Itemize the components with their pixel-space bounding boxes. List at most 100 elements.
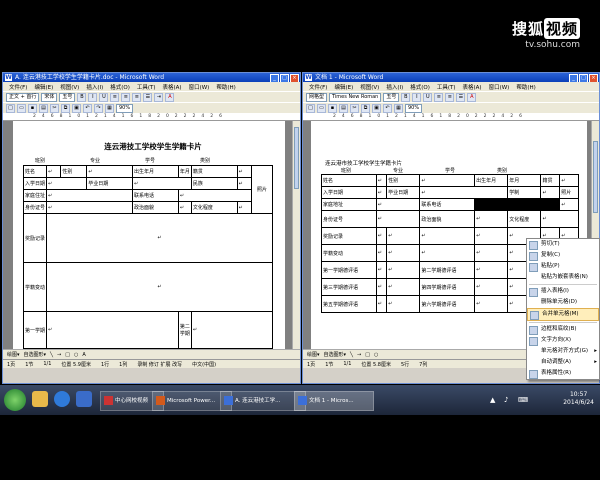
arrow-icon[interactable]: → [357,352,361,358]
cell-empty[interactable]: ↵ [386,295,421,313]
menu-insert[interactable]: 插入(I) [386,83,403,91]
left-card-table[interactable]: 姓名 ↵ 性别 ↵ 出生年月 年月 籍贯 ↵ 照片 入学日期 ↵ 毕业日期 ↵ … [22,165,274,349]
cell-duration[interactable]: 学制 [507,186,542,199]
arrow-icon[interactable]: → [57,352,61,358]
align-left-icon[interactable]: ≡ [110,92,120,102]
menu-format[interactable]: 格式(O) [110,83,130,91]
cell-id-number[interactable]: 身份证号 [321,210,377,228]
font-select[interactable]: 宋体 [41,92,58,102]
cell-name[interactable]: 姓名 [22,165,48,178]
font-select[interactable]: Times New Roman [329,92,382,102]
task-item-word-doc1[interactable]: 文档 1 - Micros... [294,391,374,411]
menu-tools[interactable]: 工具(T) [437,83,456,91]
cell-phone[interactable]: 联系电话 [419,198,476,211]
menu-file[interactable]: 文件(F) [9,83,27,91]
cell-empty[interactable]: ↵ [386,244,421,262]
redo-icon[interactable]: ↷ [94,103,103,113]
cell-empty[interactable]: ↵ [375,295,388,313]
underline-icon[interactable]: U [423,92,433,102]
cell-empty[interactable]: ↵ [177,201,192,214]
tray-clock[interactable]: 10:57 2014/6/24 [563,391,594,407]
close-icon[interactable]: × [589,74,598,82]
table-icon[interactable]: ▦ [105,103,114,113]
rect-icon[interactable]: □ [65,352,70,358]
cell-political[interactable]: 政治面貌 [419,210,476,228]
cell-year-month[interactable]: 年月 [177,165,192,178]
cell-empty[interactable]: ↵ [46,201,134,214]
cell-empty[interactable]: ↵ [236,165,253,178]
oval-icon[interactable]: ○ [74,352,78,358]
left-title-bar[interactable]: W A. 连云港技工学校学生学籍卡片.doc - Microsoft Word … [3,73,300,82]
cell-term-one[interactable]: 第一学期 [22,311,48,349]
menu-window[interactable]: 窗口(W) [189,83,210,91]
undo-icon[interactable]: ↶ [83,103,92,113]
menu-help[interactable]: 帮助(H) [216,83,235,91]
cell-empty[interactable]: ↵ [386,227,421,245]
print-icon[interactable]: ▤ [39,103,48,113]
close-icon[interactable]: × [290,74,299,82]
zoom-select[interactable]: 90% [405,103,423,113]
cell-empty[interactable]: ↵ [177,189,253,202]
left-word-window[interactable]: W A. 连云港技工学校学生学籍卡片.doc - Microsoft Word … [2,72,301,384]
minimize-icon[interactable]: _ [270,74,279,82]
open-icon[interactable]: ▭ [317,103,326,113]
zoom-select[interactable]: 90% [116,103,134,113]
menu-item-delete-cells[interactable]: 删除单元格(D) [527,297,599,308]
autoshape-icon[interactable]: 自选图形▾ [24,351,47,358]
network-icon[interactable]: ▲ [490,396,495,404]
scroll-thumb[interactable] [593,141,598,213]
cell-empty[interactable]: ↵ [474,227,509,245]
menu-help[interactable]: 帮助(H) [516,83,535,91]
right-title-bar[interactable]: W 文档 1 - Microsoft Word _ □ × [303,73,599,82]
cell-empty[interactable]: ↵ [132,177,192,190]
align-center-icon[interactable]: ≡ [121,92,131,102]
autoshape-icon[interactable]: 自选图形▾ [324,351,347,358]
cell-gender[interactable]: 性别 [386,174,421,187]
menu-view[interactable]: 视图(V) [360,83,379,91]
cell-empty[interactable]: ↵ [375,174,388,187]
cell-native[interactable]: 籍贯 [540,174,561,187]
maximize-icon[interactable]: □ [579,74,588,82]
menu-item-merge-cells[interactable]: 合并单元格(M) [527,308,599,321]
align-left-icon[interactable]: ≡ [434,92,444,102]
cell-empty[interactable]: ↵ [375,261,388,279]
cell-empty[interactable]: ↵ [375,210,421,228]
cell-empty[interactable]: ↵ [375,278,388,296]
draw-icon[interactable]: 绘图▾ [7,351,20,358]
cell-empty[interactable]: ↵ [559,198,579,211]
cell-birth[interactable]: 出生年月 [132,165,179,178]
undo-icon[interactable]: ↶ [383,103,392,113]
start-button[interactable] [4,389,26,411]
menu-item-borders[interactable]: 边框和底纹(B) [527,324,599,335]
italic-icon[interactable]: I [412,92,422,102]
cell-empty[interactable]: ↵ [46,177,88,190]
bold-icon[interactable]: B [401,92,411,102]
cell-empty[interactable]: ↵ [474,261,509,279]
menu-edit[interactable]: 编辑(E) [34,83,53,91]
list-icon[interactable]: ☰ [143,92,153,102]
cell-empty[interactable]: ↵ [46,165,62,178]
menu-format[interactable]: 格式(O) [410,83,430,91]
scroll-thumb[interactable] [294,127,299,189]
align-center-icon[interactable]: ≡ [445,92,455,102]
maximize-icon[interactable]: □ [280,74,289,82]
cell-empty[interactable]: ↵ [419,244,476,262]
new-doc-icon[interactable]: □ [6,103,15,113]
cell-empty[interactable]: ↵ [190,311,274,349]
left-page[interactable]: 连云港技工学校学生学籍卡片 班别 专业 学号 类别 姓名 ↵ 性别 ↵ 出生年月… [13,121,285,349]
cell-empty[interactable]: ↵ [86,165,134,178]
cell-empty[interactable]: ↵ [474,278,509,296]
cell-empty[interactable]: ↵ [474,244,509,262]
cell-empty[interactable]: ↵ [419,186,509,199]
cell-id-number[interactable]: 身份证号 [22,201,48,214]
cell-political[interactable]: 政治面貌 [132,201,179,214]
menu-item-cell-align[interactable]: 单元格对齐方式(G) ▸ [527,346,599,357]
cell-address[interactable]: 家庭住址 [22,189,48,202]
menu-view[interactable]: 视图(V) [60,83,79,91]
menu-item-text-direction[interactable]: 文字方向(X) [527,335,599,346]
menu-table[interactable]: 表格(A) [463,83,482,91]
cell-term-one[interactable]: 第一学期德评语 [321,261,377,279]
cell-enroll-date[interactable]: 入学日期 [321,186,377,199]
cell-gender[interactable]: 性别 [60,165,88,178]
copy-icon[interactable]: ⧉ [61,103,70,113]
